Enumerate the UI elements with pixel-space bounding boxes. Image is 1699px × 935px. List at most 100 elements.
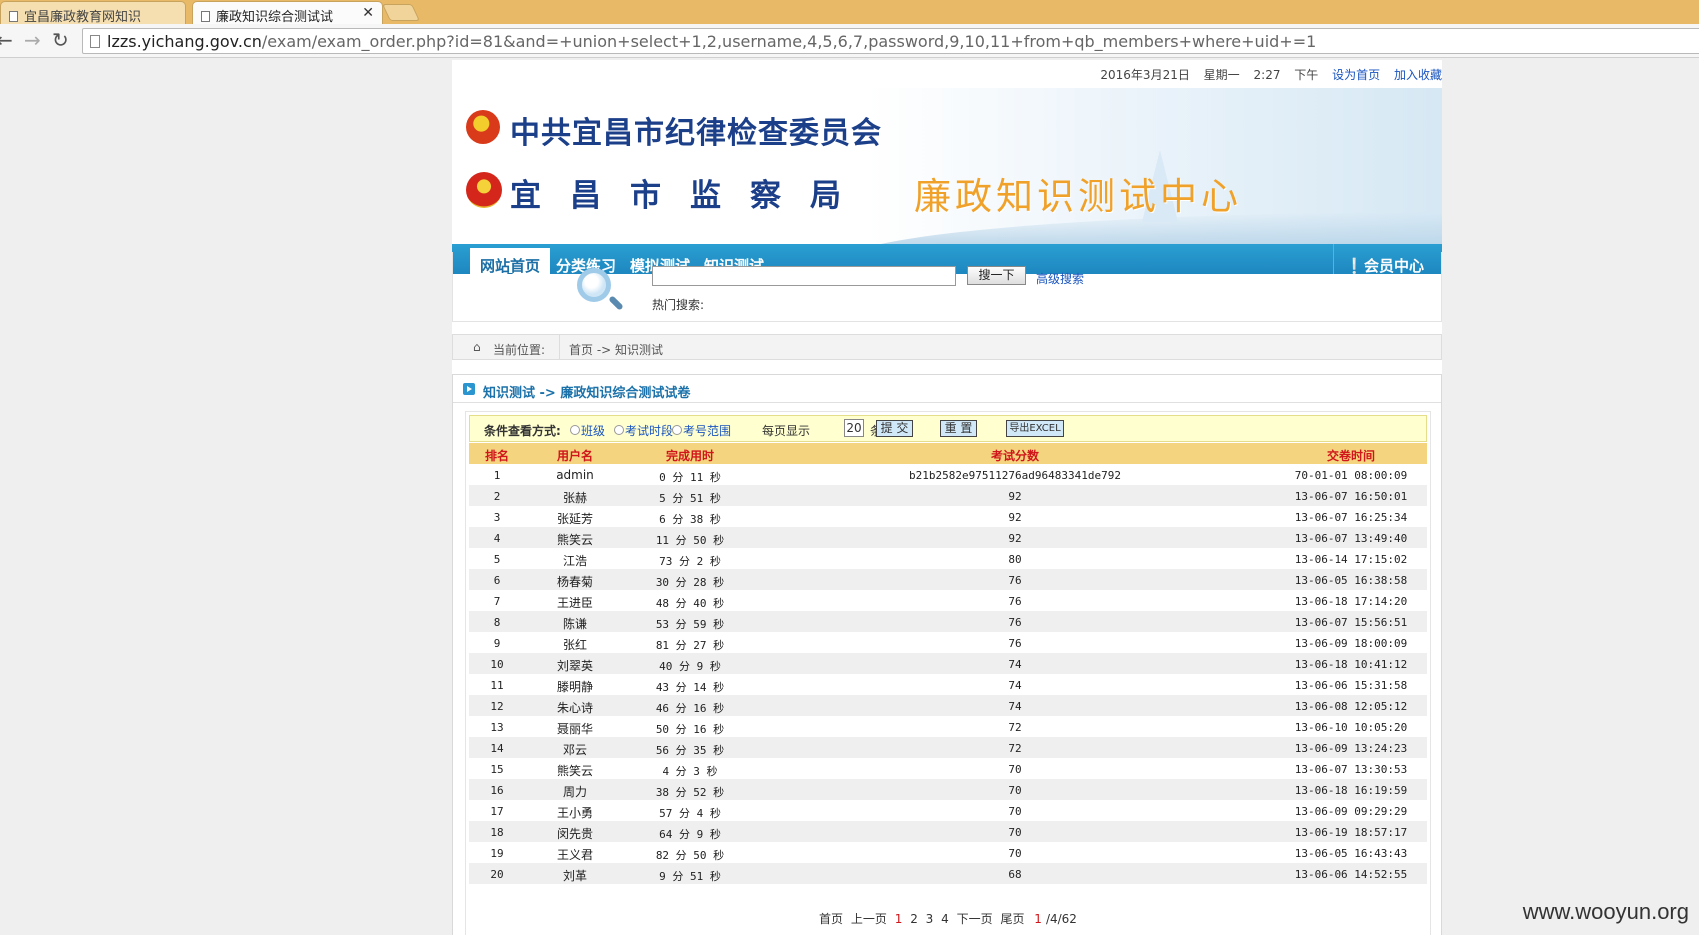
org-name-secondary: 宜昌市监察局 — [510, 178, 870, 214]
cell-score: 74 — [1008, 679, 1022, 692]
cell-duration: 50 分 16 秒 — [655, 723, 725, 736]
national-emblem-icon — [466, 172, 502, 208]
pager-page[interactable]: 2 — [910, 912, 918, 926]
cell-username: 王进臣 — [556, 596, 593, 610]
cell-rank: 14 — [490, 742, 504, 755]
cell-username: 张赫 — [562, 491, 587, 505]
table-row: 10 刘翠英 40 分 9 秒 74 13-06-18 10:41:12 — [469, 653, 1427, 674]
forward-icon[interactable]: → — [24, 28, 41, 52]
pager-first[interactable]: 首页 — [819, 912, 843, 926]
cell-score: 70 — [1008, 784, 1022, 797]
time-text: 2:27 — [1253, 68, 1281, 82]
cell-username: 熊笑云 — [556, 533, 593, 547]
cell-score: 70 — [1008, 805, 1022, 818]
cell-score: 76 — [1008, 637, 1022, 650]
cell-duration: 11 分 50 秒 — [655, 534, 725, 547]
cell-score: 74 — [1008, 700, 1022, 713]
radio-button[interactable] — [672, 425, 682, 435]
cell-rank: 8 — [493, 616, 501, 629]
cell-username: 熊笑云 — [556, 764, 593, 778]
panel-title[interactable]: 知识测试 -> 廉政知识综合测试试卷 — [483, 382, 690, 401]
cell-rank: 10 — [490, 658, 504, 671]
table-row: 3 张延芳 6 分 38 秒 92 13-06-07 16:25:34 — [469, 506, 1427, 527]
url-path: /exam/exam_order.php?id=81&and=+union+se… — [261, 32, 1317, 51]
per-page-input[interactable]: 20 — [844, 419, 864, 437]
cell-username: 聂丽华 — [556, 722, 593, 736]
reload-icon[interactable]: ↻ — [52, 28, 69, 52]
cell-rank: 2 — [493, 490, 501, 503]
cell-username: 张延芳 — [556, 512, 593, 526]
table-row: 11 滕明静 43 分 14 秒 74 13-06-06 15:31:58 — [469, 674, 1427, 695]
set-home-link[interactable]: 设为首页 — [1332, 68, 1380, 82]
table-row: 4 熊笑云 11 分 50 秒 92 13-06-07 13:49:40 — [469, 527, 1427, 548]
cell-rank: 16 — [490, 784, 504, 797]
cell-duration: 73 分 2 秒 — [659, 555, 721, 568]
cell-rank: 9 — [493, 637, 501, 650]
export-excel-button[interactable]: 导出EXCEL — [1006, 420, 1064, 437]
cell-rank: 13 — [490, 721, 504, 734]
cell-score: b21b2582e97511276ad96483341de792 — [909, 469, 1121, 482]
table-row: 2 张赫 5 分 51 秒 92 13-06-07 16:50:01 — [469, 485, 1427, 506]
site-title: 廉政知识测试中心 — [914, 175, 1242, 218]
pagination: 首页 上一页 1 2 3 4 下一页 尾页 1/4/62 — [466, 910, 1432, 927]
cell-submit-time: 13-06-07 16:50:01 — [1294, 490, 1408, 503]
add-favorite-link[interactable]: 加入收藏 — [1394, 68, 1442, 82]
url-text[interactable]: lzzs.yichang.gov.cn/exam/exam_order.php?… — [107, 32, 1316, 51]
pager-page[interactable]: 3 — [926, 912, 934, 926]
page-icon — [9, 11, 18, 22]
cell-submit-time: 13-06-18 17:14:20 — [1294, 595, 1408, 608]
cell-submit-time: 13-06-06 14:52:55 — [1294, 868, 1408, 881]
search-area: 搜一下 高级搜索 热门搜索: — [452, 252, 1442, 322]
back-icon[interactable]: ← — [0, 28, 13, 52]
cell-score: 92 — [1008, 532, 1022, 545]
filter-bar: 条件查看方式: 班级 考试时段 考号范围 每页显示 20 条 提 交 重 置 导… — [469, 415, 1427, 442]
search-icon — [577, 268, 611, 302]
cell-score: 80 — [1008, 553, 1022, 566]
reset-button[interactable]: 重 置 — [940, 420, 977, 437]
results-panel: 知识测试 -> 廉政知识综合测试试卷 条件查看方式: 班级 考试时段 考号范围 … — [452, 374, 1442, 935]
advanced-search-link[interactable]: 高级搜索 — [1036, 270, 1084, 287]
table-row: 18 闵先贵 64 分 9 秒 70 13-06-19 18:57:17 — [469, 821, 1427, 842]
pager-prev[interactable]: 上一页 — [851, 912, 887, 926]
cell-duration: 64 分 9 秒 — [659, 828, 721, 841]
search-input[interactable] — [652, 266, 956, 286]
pager-next[interactable]: 下一页 — [957, 912, 993, 926]
search-button[interactable]: 搜一下 — [967, 266, 1026, 285]
address-bar[interactable]: lzzs.yichang.gov.cn/exam/exam_order.php?… — [82, 28, 1699, 54]
cell-score: 74 — [1008, 658, 1022, 671]
cell-duration: 40 分 9 秒 — [659, 660, 721, 673]
header-score: 考试分数 — [990, 449, 1039, 463]
cell-username: 王小勇 — [556, 806, 593, 820]
radio-button[interactable] — [614, 425, 624, 435]
cell-duration: 38 分 52 秒 — [655, 786, 725, 799]
pager-last[interactable]: 尾页 — [1000, 912, 1024, 926]
close-tab-icon[interactable]: ✕ — [362, 5, 374, 21]
filter-option-period[interactable]: 考试时段 — [614, 422, 673, 439]
submit-button[interactable]: 提 交 — [876, 420, 913, 437]
cell-username: 刘革 — [562, 869, 587, 883]
tab-title: 廉政知识综合测试试 — [216, 10, 334, 24]
breadcrumb-path[interactable]: 首页 -> 知识测试 — [569, 341, 663, 358]
pager-page[interactable]: 4 — [941, 912, 949, 926]
cell-username: 闵先贵 — [556, 827, 593, 841]
browser-tab[interactable]: 宜昌廉政教育网知识 — [0, 1, 186, 24]
new-tab-button[interactable] — [382, 4, 420, 21]
date-text: 2016年3月21日 — [1100, 68, 1190, 82]
cell-submit-time: 13-06-18 10:41:12 — [1294, 658, 1408, 671]
top-info-bar: 2016年3月21日 星期一 2:27 下午 设为首页 加入收藏 — [1090, 66, 1442, 83]
radio-button[interactable] — [570, 425, 580, 435]
header-rank: 排名 — [484, 449, 509, 463]
page-icon — [90, 35, 100, 48]
results-container: 条件查看方式: 班级 考试时段 考号范围 每页显示 20 条 提 交 重 置 导… — [465, 411, 1431, 935]
cell-rank: 7 — [493, 595, 501, 608]
cell-rank: 19 — [490, 847, 504, 860]
cell-username: 江浩 — [562, 554, 587, 568]
pager-page[interactable]: 1 — [895, 912, 903, 926]
table-row: 15 熊笑云 4 分 3 秒 70 13-06-07 13:30:53 — [469, 758, 1427, 779]
filter-option-range[interactable]: 考号范围 — [672, 422, 731, 439]
filter-option-class[interactable]: 班级 — [570, 422, 605, 439]
cell-score: 70 — [1008, 826, 1022, 839]
browser-tab-active[interactable]: 廉政知识综合测试试 ✕ — [192, 1, 383, 24]
pager-info: 1/4/62 — [1032, 912, 1079, 926]
cell-rank: 20 — [490, 868, 504, 881]
